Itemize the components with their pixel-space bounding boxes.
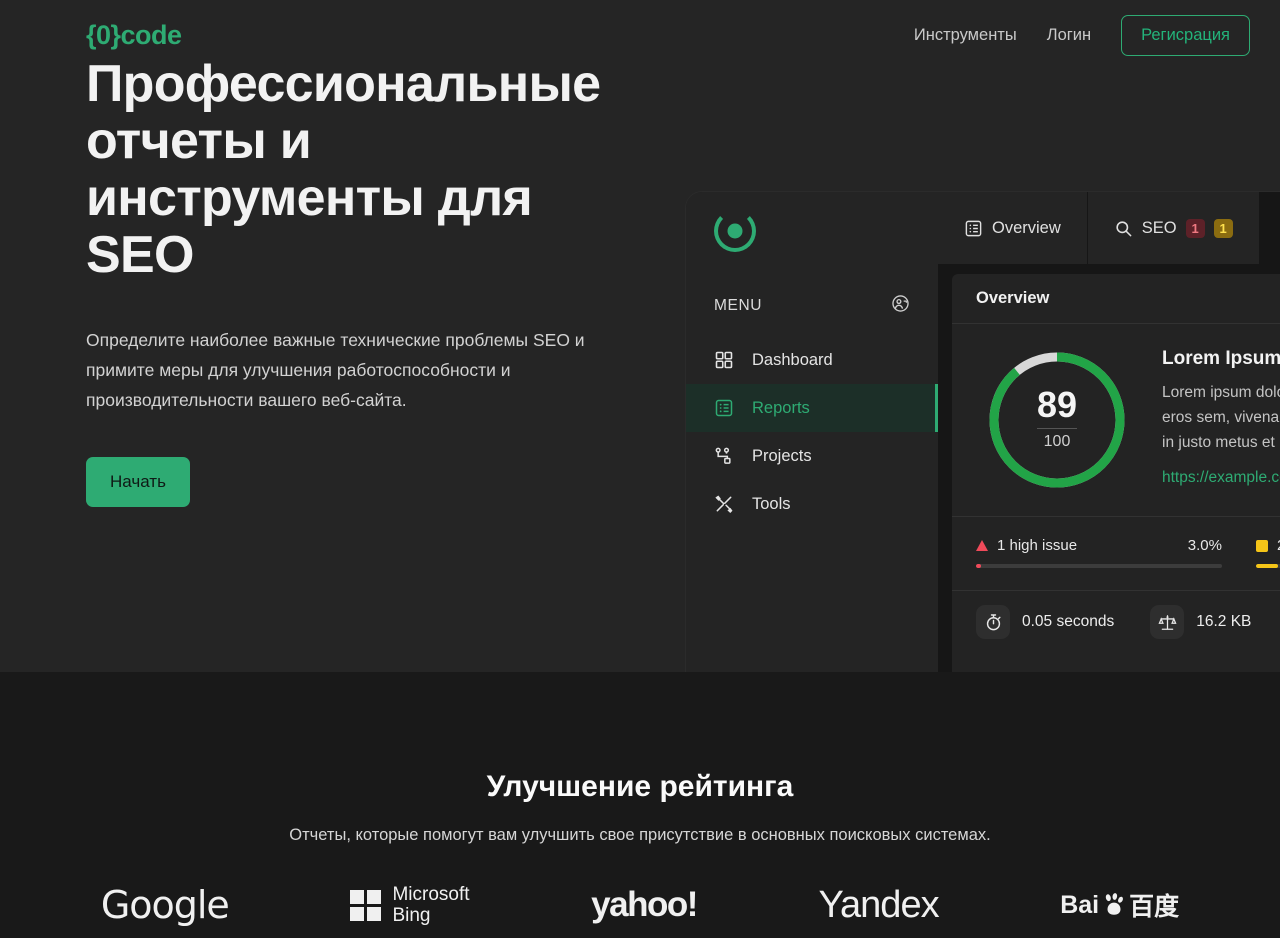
issue-label: 1 high issue xyxy=(997,537,1078,554)
baidu-logo: Bai 百度 xyxy=(1060,887,1179,923)
score-divider xyxy=(1037,428,1077,429)
issue-medium: 2 medium issues 6.0% xyxy=(1256,537,1280,568)
content-link[interactable]: https://example.com xyxy=(1162,469,1280,487)
score-gauge-wrap: 89 100 xyxy=(952,348,1162,492)
sidebar-item-projects[interactable]: Projects xyxy=(686,432,938,480)
menu-header: MENU xyxy=(686,294,938,318)
top-navigation: {0}code Инструменты Логин Регисрация xyxy=(0,0,1280,70)
issue-progress-bar xyxy=(976,564,1222,568)
content-line-2: eros sem, vivena consectetur xyxy=(1162,409,1280,426)
site-logo[interactable]: {0}code xyxy=(86,20,182,51)
tab-label: Overview xyxy=(992,218,1061,237)
paw-icon xyxy=(1105,893,1124,915)
list-box-icon xyxy=(714,398,734,418)
issue-high: 1 high issue 3.0% xyxy=(976,537,1222,568)
content-line-3: in justo metus et lorem xyxy=(1162,434,1280,451)
landing-page: {0}code Инструменты Логин Регисрация Про… xyxy=(0,0,1280,938)
content-title: Lorem Ipsum xyxy=(1162,348,1280,369)
yandex-logo: Yandex xyxy=(818,883,940,926)
status-badge-medium: 1 xyxy=(1213,218,1233,238)
hierarchy-icon xyxy=(714,446,734,466)
dashboard-preview: MENU Dashboard Reports Projects Tools Ov… xyxy=(686,192,1280,672)
sidebar-item-label: Tools xyxy=(752,494,791,513)
hero-copy: Профессиональные отчеты и инструменты дл… xyxy=(86,56,646,507)
dashboard-main: Overview SEO 1 1 Overview 89 100 Lorem I… xyxy=(938,192,1280,672)
hero-subtitle: Определите наиболее важные технические п… xyxy=(86,330,585,410)
stats-row: 0.05 seconds 16.2 KB xyxy=(952,591,1280,653)
nav-links: Инструменты Логин Регисрация xyxy=(914,14,1250,56)
score-gauge: 89 100 xyxy=(985,348,1129,492)
tools-icon xyxy=(714,494,734,514)
score-max: 100 xyxy=(1043,433,1071,450)
brand-logos: Google Microsoft Bing yahoo! Yandex Bai xyxy=(0,883,1280,927)
sidebar-item-label: Dashboard xyxy=(752,350,833,369)
menu-label: MENU xyxy=(714,297,763,314)
target-circle-icon xyxy=(714,210,756,252)
sidebar-item-label: Reports xyxy=(752,398,810,417)
panel-body: 89 100 Lorem Ipsum Lorem ipsum dolor sit… xyxy=(952,324,1280,517)
dashboard-tabs: Overview SEO 1 1 xyxy=(938,192,1280,264)
overview-panel: Overview 89 100 Lorem Ipsum Lorem ipsum … xyxy=(952,274,1280,672)
stat-value: 0.05 seconds xyxy=(1022,613,1115,630)
register-button[interactable]: Регисрация xyxy=(1121,14,1250,56)
search-icon xyxy=(1114,219,1133,238)
nav-item-tools[interactable]: Инструменты xyxy=(914,26,1017,45)
square-icon xyxy=(1256,539,1268,552)
stat-load-time: 0.05 seconds xyxy=(976,605,1114,639)
ranking-section: Улучшение рейтинга Отчеты, которые помог… xyxy=(0,672,1280,938)
scales-icon xyxy=(1150,605,1185,639)
grid-icon xyxy=(714,350,734,370)
status-badge-high: 1 xyxy=(1185,218,1205,238)
ranking-subtitle: Отчеты, которые помогут вам улучшить сво… xyxy=(289,826,991,844)
bing-label-line1: Microsoft xyxy=(392,884,470,905)
hero-section: {0}code Инструменты Логин Регисрация Про… xyxy=(0,0,1280,672)
list-box-icon xyxy=(964,219,983,238)
sidebar-item-reports[interactable]: Reports xyxy=(686,384,938,432)
sidebar-item-tools[interactable]: Tools xyxy=(686,480,938,528)
stat-value: 16.2 KB xyxy=(1196,613,1252,630)
content-line-1: Lorem ipsum dolor sit amet xyxy=(1162,384,1280,401)
user-circle-icon[interactable] xyxy=(891,294,910,318)
get-started-button[interactable]: Начать xyxy=(86,457,190,507)
baidu-label: Bai xyxy=(1060,890,1100,919)
sidebar-item-dashboard[interactable]: Dashboard xyxy=(686,336,938,384)
dashboard-sidebar: MENU Dashboard Reports Projects Tools xyxy=(686,192,938,672)
stopwatch-icon xyxy=(976,605,1010,639)
yahoo-logo: yahoo! xyxy=(591,885,698,924)
google-logo: Google xyxy=(100,883,230,927)
hero-title: Профессиональные отчеты и инструменты дл… xyxy=(86,55,601,284)
score-value: 89 xyxy=(1036,384,1078,425)
baidu-label-cn: 百度 xyxy=(1129,893,1180,921)
stat-page-weight: 16.2 KB xyxy=(1150,605,1251,639)
bing-label-line2: Bing xyxy=(392,905,431,926)
tab-seo[interactable]: SEO 1 1 xyxy=(1087,192,1260,264)
panel-title: Overview xyxy=(952,274,1280,324)
issues-row: 1 high issue 3.0% 2 medium issues xyxy=(952,517,1280,591)
tab-label: SEO xyxy=(1141,218,1177,237)
issue-progress-bar xyxy=(1256,564,1280,568)
tab-overview[interactable]: Overview xyxy=(938,192,1088,264)
sidebar-nav: Dashboard Reports Projects Tools xyxy=(686,336,938,528)
sidebar-item-label: Projects xyxy=(752,446,812,465)
bing-grid-icon xyxy=(350,889,382,921)
issue-percent: 3.0% xyxy=(1187,537,1222,554)
panel-content: Lorem Ipsum Lorem ipsum dolor sit amet e… xyxy=(1162,348,1280,492)
ranking-title: Улучшение рейтинга xyxy=(486,770,794,803)
bing-logo: Microsoft Bing xyxy=(350,884,470,926)
warning-triangle-icon xyxy=(976,540,988,551)
nav-item-login[interactable]: Логин xyxy=(1047,26,1091,45)
